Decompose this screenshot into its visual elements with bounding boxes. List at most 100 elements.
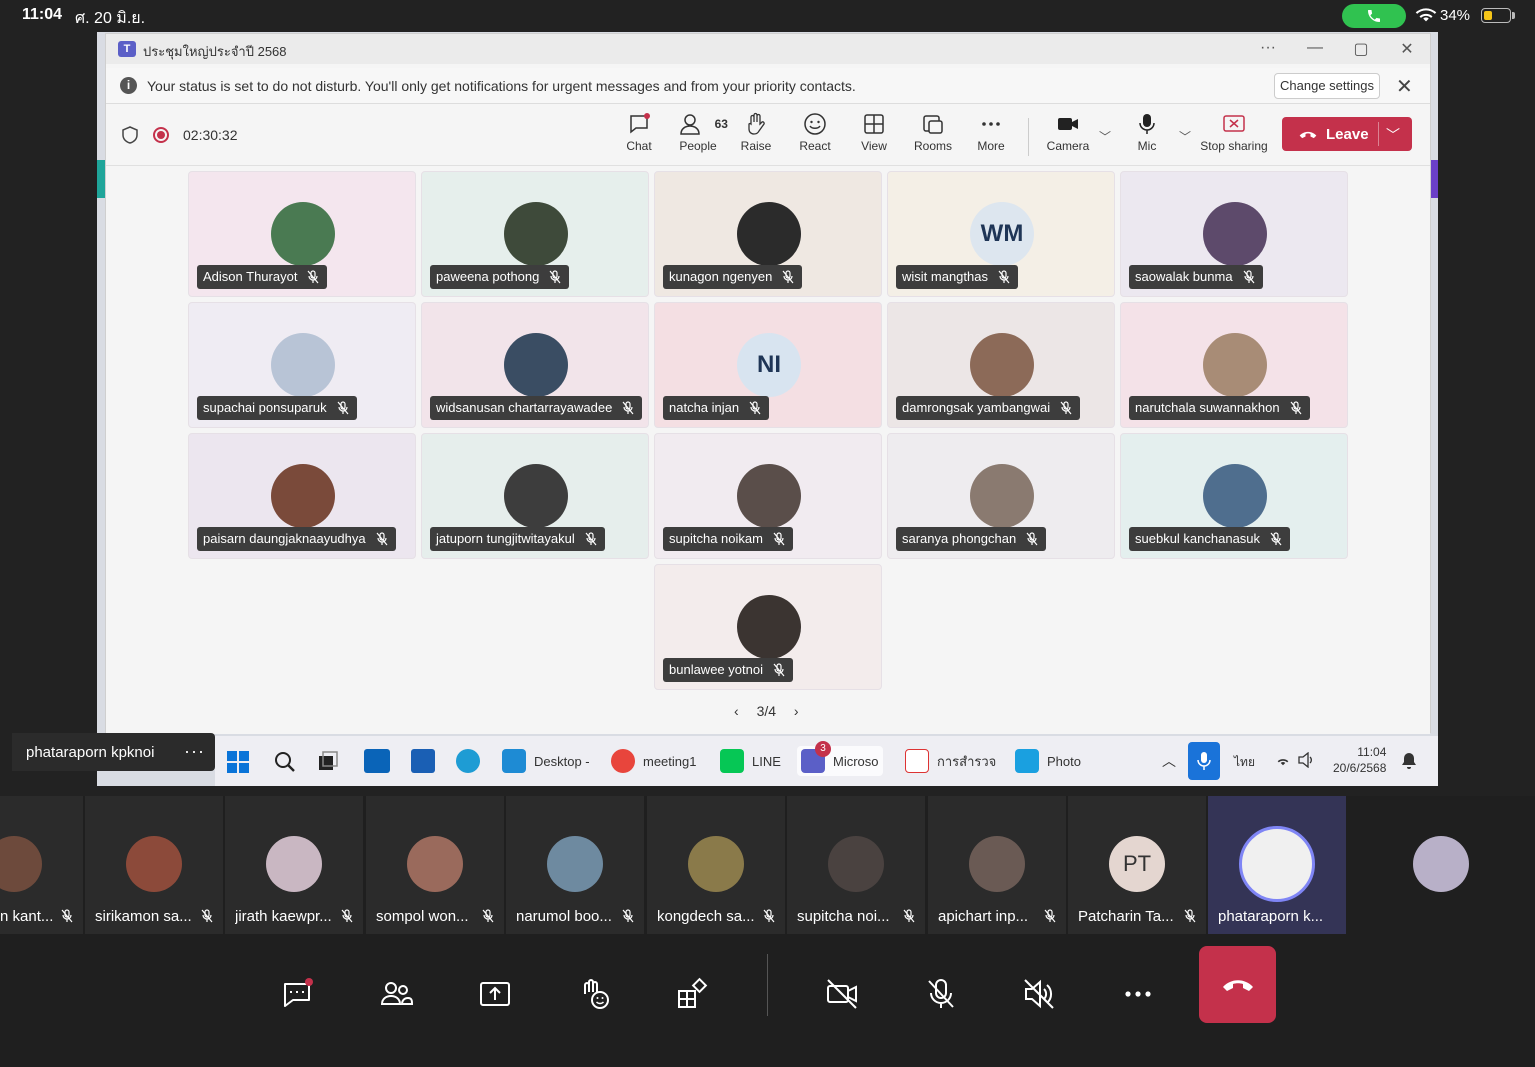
mic-options-chevron-icon[interactable]: ﹀ bbox=[1179, 128, 1191, 145]
chat-icon bbox=[630, 113, 650, 134]
chat-button[interactable]: Chat bbox=[609, 112, 669, 153]
taskbar-pdf[interactable]: การสำรวจ bbox=[905, 746, 996, 776]
participant-video-tile[interactable]: WM wisit mangthas bbox=[887, 171, 1115, 297]
taskbar-teams[interactable]: 3 Microso bbox=[797, 741, 883, 776]
participant-tile[interactable] bbox=[1372, 796, 1510, 934]
raise-hand-button[interactable] bbox=[564, 964, 624, 1024]
mic-muted-icon bbox=[782, 270, 794, 284]
participant-video-tile[interactable]: kunagon ngenyen bbox=[654, 171, 882, 297]
participant-tile[interactable]: PT Patcharin Ta... bbox=[1068, 796, 1206, 934]
rooms-label: Rooms bbox=[913, 139, 952, 153]
mic-button[interactable]: Mic bbox=[1117, 112, 1177, 153]
view-label: View bbox=[861, 139, 887, 153]
participant-video-tile[interactable]: supachai ponsuparuk bbox=[188, 302, 416, 428]
taskbar-clock[interactable]: 11:04 20/6/2568 bbox=[1333, 744, 1386, 776]
taskbar-chrome[interactable]: meeting1 bbox=[611, 746, 696, 776]
participant-video-tile[interactable]: Adison Thurayot bbox=[188, 171, 416, 297]
taskbar-desktop[interactable]: Desktop - bbox=[502, 746, 590, 776]
gallery-pager: ‹ 3/4 › bbox=[734, 703, 799, 719]
task-view-icon[interactable] bbox=[317, 750, 339, 772]
participant-name-text: suebkul kanchanasuk bbox=[1135, 531, 1261, 546]
leave-options-chevron-icon[interactable]: ﹀ bbox=[1386, 125, 1400, 145]
outlook-icon[interactable] bbox=[364, 749, 390, 773]
more-options-button[interactable] bbox=[1108, 964, 1168, 1024]
more-options-icon[interactable]: ··· bbox=[1258, 39, 1278, 57]
participants-button[interactable] bbox=[366, 964, 426, 1024]
mic-muted-icon bbox=[337, 401, 349, 415]
mic-muted-icon bbox=[1044, 909, 1056, 923]
participant-tile[interactable]: apichart inp... bbox=[928, 796, 1066, 934]
avatar bbox=[1413, 836, 1469, 892]
photos-icon bbox=[1015, 749, 1039, 773]
leave-button[interactable]: Leave ﹀ bbox=[1282, 117, 1412, 151]
camera-options-chevron-icon[interactable]: ﹀ bbox=[1099, 128, 1111, 145]
minimize-icon[interactable]: — bbox=[1305, 39, 1325, 57]
avatar bbox=[1203, 464, 1267, 528]
taskbar-line[interactable]: LINE bbox=[720, 746, 781, 776]
chat-icon bbox=[284, 978, 313, 1007]
participant-video-tile[interactable]: paweena pothong bbox=[421, 171, 649, 297]
mic-label: Mic bbox=[1137, 139, 1157, 153]
participant-tile[interactable]: sirikamon sa... bbox=[85, 796, 223, 934]
raise-hand-button[interactable]: Raise bbox=[726, 112, 786, 153]
participant-tile[interactable]: kongdech sa... bbox=[647, 796, 785, 934]
maximize-icon[interactable]: ▢ bbox=[1351, 39, 1371, 59]
battery-icon bbox=[1481, 8, 1511, 23]
apps-button[interactable] bbox=[662, 964, 722, 1024]
participant-tile[interactable]: sompol won... bbox=[366, 796, 504, 934]
speaker-off-button[interactable] bbox=[1009, 964, 1069, 1024]
end-call-button[interactable] bbox=[1199, 946, 1276, 1023]
participant-video-tile[interactable]: saranya phongchan bbox=[887, 433, 1115, 559]
view-button[interactable]: View bbox=[844, 112, 904, 153]
microphone-icon bbox=[1139, 114, 1155, 134]
camera-button[interactable]: Camera bbox=[1038, 112, 1098, 153]
participant-name: sompol won... bbox=[376, 908, 469, 925]
participant-video-tile[interactable]: suebkul kanchanasuk bbox=[1120, 433, 1348, 559]
prev-page-chevron-icon[interactable]: ‹ bbox=[734, 703, 739, 719]
participant-tile[interactable]: narumol boo... bbox=[506, 796, 644, 934]
tray-chevron-up-icon[interactable]: ︿ bbox=[1162, 751, 1176, 771]
chat-button[interactable] bbox=[267, 964, 327, 1024]
presenter-more-icon[interactable]: ··· bbox=[184, 741, 205, 762]
search-icon[interactable] bbox=[273, 750, 297, 774]
mic-tray-button[interactable] bbox=[1188, 742, 1220, 780]
windows-start-icon[interactable] bbox=[226, 750, 250, 774]
more-button[interactable]: More bbox=[961, 112, 1021, 153]
participant-name-text: supachai ponsuparuk bbox=[203, 400, 327, 415]
participant-name-text: bunlawee yotnoi bbox=[669, 662, 763, 677]
active-call-pill[interactable] bbox=[1342, 4, 1406, 28]
camera-off-button[interactable] bbox=[812, 964, 872, 1024]
participant-video-tile[interactable]: bunlawee yotnoi bbox=[654, 564, 882, 690]
mic-off-button[interactable] bbox=[911, 964, 971, 1024]
grid-view-icon bbox=[864, 114, 884, 134]
share-button[interactable] bbox=[465, 964, 525, 1024]
mic-muted-icon bbox=[1243, 270, 1255, 284]
participant-tile[interactable]: supitcha noi... bbox=[787, 796, 925, 934]
edge-icon[interactable] bbox=[456, 749, 480, 773]
participant-tile[interactable]: jirath kaewpr... bbox=[225, 796, 363, 934]
input-language[interactable]: ไทย bbox=[1234, 753, 1255, 772]
participant-video-tile[interactable]: supitcha noikam bbox=[654, 433, 882, 559]
participant-tile[interactable]: phataraporn k... bbox=[1208, 796, 1346, 934]
speaker-icon[interactable] bbox=[1297, 752, 1315, 768]
close-banner-icon[interactable]: ✕ bbox=[1396, 74, 1413, 99]
participant-video-tile[interactable]: damrongsak yambangwai bbox=[887, 302, 1115, 428]
taskbar-photos[interactable]: Photo bbox=[1015, 746, 1081, 776]
participant-video-tile[interactable]: widsanusan chartarrayawadee bbox=[421, 302, 649, 428]
change-settings-button[interactable]: Change settings bbox=[1274, 73, 1380, 99]
people-button[interactable]: 63 People bbox=[668, 112, 728, 153]
next-page-chevron-icon[interactable]: › bbox=[794, 703, 799, 719]
store-icon[interactable] bbox=[411, 749, 435, 773]
participant-video-tile[interactable]: saowalak bunma bbox=[1120, 171, 1348, 297]
react-button[interactable]: React bbox=[785, 112, 845, 153]
participant-tile[interactable]: n kant... bbox=[0, 796, 83, 934]
wifi-icon[interactable] bbox=[1274, 752, 1292, 768]
participant-video-tile[interactable]: jatuporn tungjitwitayakul bbox=[421, 433, 649, 559]
rooms-button[interactable]: Rooms bbox=[903, 112, 963, 153]
close-window-icon[interactable]: ✕ bbox=[1397, 39, 1417, 59]
participant-video-tile[interactable]: narutchala suwannakhon bbox=[1120, 302, 1348, 428]
participant-video-tile[interactable]: NI natcha injan bbox=[654, 302, 882, 428]
stop-sharing-button[interactable]: Stop sharing bbox=[1194, 112, 1274, 153]
notification-bell-icon[interactable] bbox=[1401, 752, 1417, 770]
participant-video-tile[interactable]: paisarn daungjaknaayudhya bbox=[188, 433, 416, 559]
